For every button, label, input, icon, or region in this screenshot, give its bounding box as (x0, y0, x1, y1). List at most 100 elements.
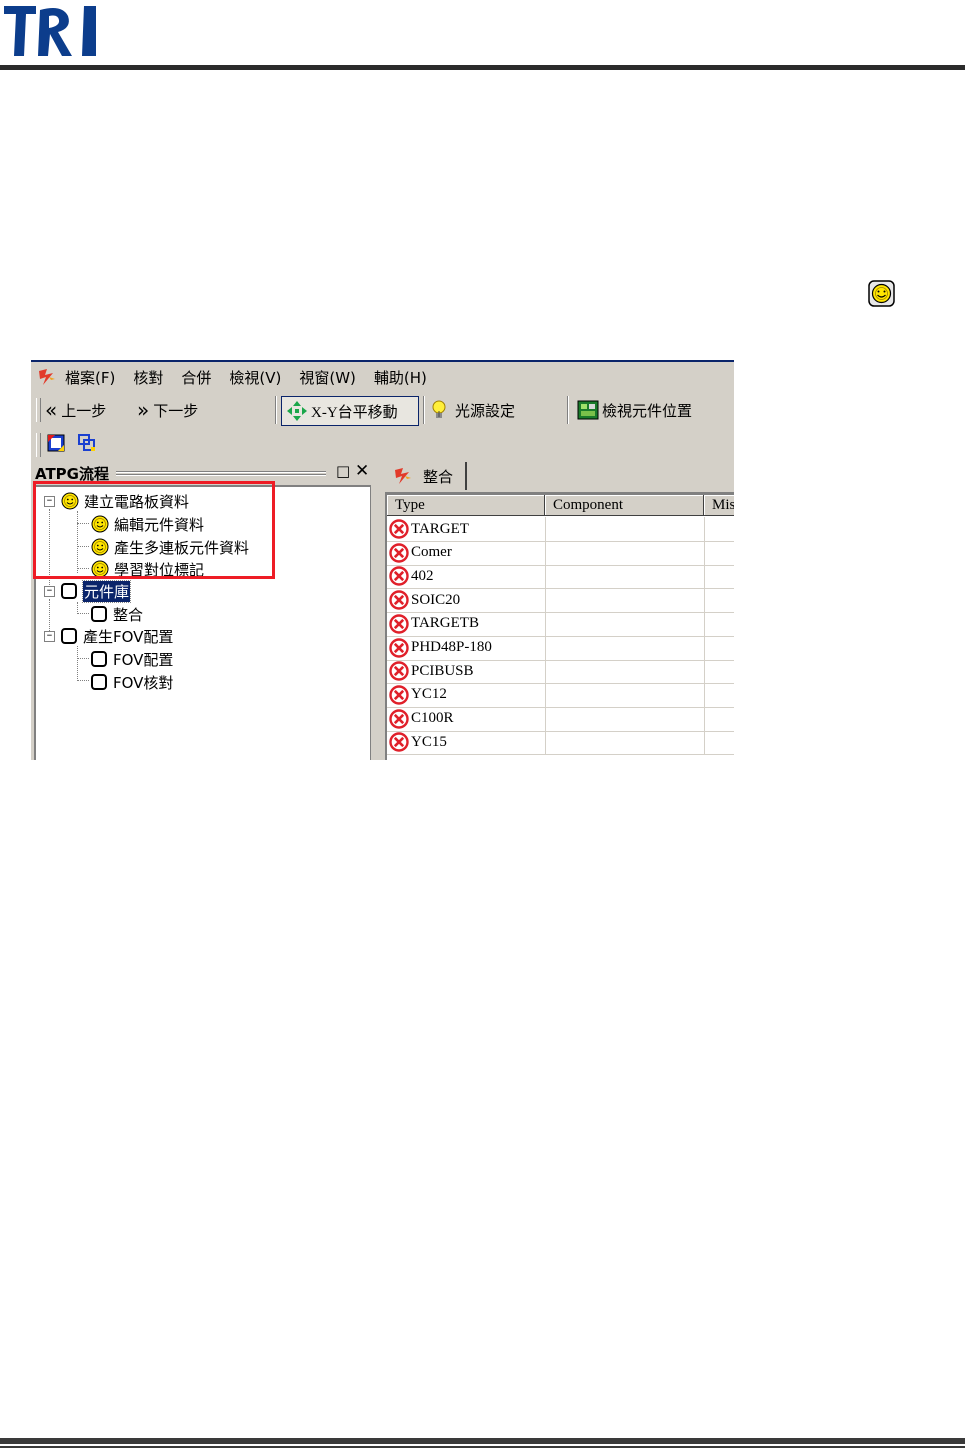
tri-logo (2, 2, 100, 60)
tree-node-generate-fov[interactable]: − 產生FOV配置 (44, 625, 173, 647)
table-row[interactable]: TARGETB (387, 611, 734, 637)
menu-file[interactable]: 檔案(F) (65, 367, 115, 388)
error-x-icon (389, 542, 409, 563)
menu-verify[interactable]: 核對 (133, 367, 163, 388)
type-cell[interactable]: TARGETB (387, 611, 546, 636)
table-row[interactable]: YC12 (387, 682, 734, 708)
table-row[interactable]: YC15 (387, 730, 734, 756)
component-cell[interactable] (545, 682, 705, 707)
component-cell[interactable] (545, 706, 705, 731)
component-cell[interactable] (545, 540, 705, 565)
table-row[interactable]: PCIBUSB (387, 659, 734, 685)
type-name: YC12 (411, 686, 447, 703)
tab-integrate[interactable]: 整合 (388, 462, 467, 490)
type-name: TARGETB (411, 615, 479, 632)
main-toolbar: « 上一步 » 下一步 X-Y台平移動 光源設定 檢視元件位置 (31, 393, 734, 427)
type-cell[interactable]: Comer (387, 540, 546, 565)
xy-table-move-button[interactable]: X-Y台平移動 (281, 396, 419, 426)
light-source-button[interactable]: 光源設定 (429, 396, 515, 424)
app-icon (39, 369, 55, 385)
smiley-icon (868, 280, 895, 307)
tree-node-label: 元件庫 (81, 579, 132, 603)
red-highlight-annotation (33, 481, 275, 579)
menu-view[interactable]: 檢視(V) (229, 367, 281, 388)
toolbar-separator (567, 396, 569, 424)
menu-merge[interactable]: 合併 (181, 367, 211, 388)
pane-splitter[interactable] (372, 460, 382, 760)
toolbar-separator (423, 396, 425, 424)
column-header-mis[interactable]: Mis (704, 495, 734, 516)
type-cell[interactable]: PCIBUSB (387, 659, 546, 684)
collapse-toggle-icon[interactable]: − (44, 630, 55, 642)
error-x-icon (389, 566, 409, 587)
close-panel-icon[interactable]: ✕ (355, 461, 369, 481)
toolbar-grip[interactable] (36, 398, 41, 422)
type-cell[interactable]: TARGET (387, 517, 546, 541)
tree-node-label: 整合 (113, 605, 144, 624)
tree-node-integrate[interactable]: 整合 (91, 603, 143, 625)
previous-step-label: 上一步 (61, 401, 107, 420)
footer-rule (0, 1446, 965, 1448)
pending-box-icon (61, 583, 77, 599)
error-x-icon (389, 732, 409, 752)
type-cell[interactable]: SOIC20 (387, 588, 546, 613)
tree-node-label: FOV配置 (113, 650, 174, 669)
type-cell[interactable]: YC15 (387, 730, 546, 755)
component-cell[interactable] (545, 564, 705, 589)
table-row[interactable]: Comer (387, 540, 734, 566)
next-step-button[interactable]: » 下一步 (137, 396, 198, 424)
type-name: TARGET (411, 520, 469, 537)
overlap-boxes-icon[interactable] (77, 433, 97, 453)
component-cell[interactable] (545, 635, 705, 660)
menu-window[interactable]: 視窗(W) (299, 367, 356, 388)
toolbar-grip[interactable] (36, 433, 41, 457)
component-cell[interactable] (545, 730, 705, 755)
type-name: PCIBUSB (411, 662, 474, 679)
app-icon (395, 468, 411, 484)
component-cell[interactable] (545, 517, 705, 541)
four-arrow-move-icon (287, 401, 307, 421)
tree-node-component-library[interactable]: − 元件庫 (44, 579, 132, 603)
component-cell[interactable] (545, 588, 705, 613)
column-header-type[interactable]: Type (387, 495, 545, 516)
panel-grip[interactable] (116, 471, 326, 477)
error-x-icon (389, 590, 409, 610)
component-cell[interactable] (545, 659, 705, 684)
error-x-icon (389, 637, 409, 658)
error-x-icon (389, 685, 409, 705)
type-cell[interactable]: YC12 (387, 682, 546, 707)
menu-bar: 檔案(F) 核對 合併 檢視(V) 視窗(W) 輔助(H) (31, 362, 734, 392)
view-component-position-button[interactable]: 檢視元件位置 (577, 396, 692, 424)
type-name: C100R (411, 710, 454, 727)
red-marker-board-icon[interactable] (46, 433, 66, 453)
error-x-icon (389, 661, 409, 681)
table-row[interactable]: 402 (387, 564, 734, 590)
table-row[interactable]: SOIC20 (387, 588, 734, 614)
tree-connector (77, 658, 89, 659)
circuit-board-icon (577, 400, 599, 420)
light-bulb-icon (432, 400, 446, 418)
table-row[interactable]: TARGET (387, 517, 734, 542)
footer-rule (0, 1438, 965, 1444)
table-row[interactable]: PHD48P-180 (387, 635, 734, 661)
toolbar-separator (275, 396, 277, 424)
type-cell[interactable]: 402 (387, 564, 546, 589)
column-header-component[interactable]: Component (545, 495, 704, 516)
pending-box-icon (91, 674, 107, 690)
type-name: PHD48P-180 (411, 639, 492, 655)
pending-box-icon (91, 651, 107, 667)
tree-node-fov-verify[interactable]: FOV核對 (91, 671, 173, 693)
restore-panel-icon[interactable]: □ (336, 462, 350, 480)
previous-step-button[interactable]: « 上一步 (45, 396, 106, 424)
table-row[interactable]: C100R (387, 706, 734, 732)
tree-node-label: FOV核對 (113, 673, 174, 692)
tab-label: 整合 (423, 467, 454, 486)
type-cell[interactable]: C100R (387, 706, 546, 731)
component-cell[interactable] (545, 611, 705, 636)
tree-node-fov-config[interactable]: FOV配置 (91, 648, 173, 670)
type-cell[interactable]: PHD48P-180 (387, 635, 546, 660)
double-chevron-left-icon: « (45, 398, 58, 422)
light-source-label: 光源設定 (455, 401, 516, 420)
menu-help[interactable]: 輔助(H) (374, 367, 427, 388)
collapse-toggle-icon[interactable]: − (44, 585, 55, 597)
